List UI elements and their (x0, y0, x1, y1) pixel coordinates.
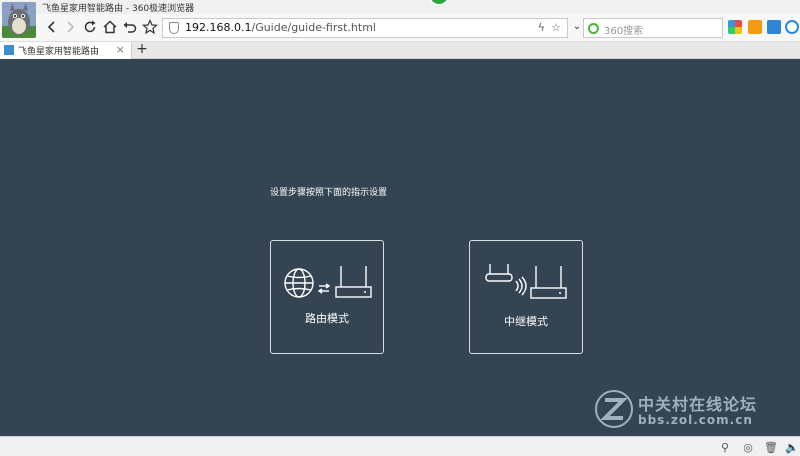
zol-watermark: 中关村在线论坛 bbs.zol.com.cn (594, 389, 794, 433)
url-host: 192.168.0.1 (185, 21, 252, 34)
tab-title: 飞鱼星家用智能路由 (18, 47, 100, 57)
back-arrow-icon[interactable] (44, 19, 60, 35)
volume-icon[interactable]: 🔈 (785, 441, 799, 454)
star-icon[interactable] (141, 19, 159, 35)
search-input[interactable]: 360搜索 (604, 22, 643, 37)
extension-icon[interactable] (748, 20, 762, 34)
tab-favicon-icon (4, 45, 14, 55)
bookmark-star-icon[interactable]: ☆ (551, 21, 561, 34)
window-titlebar: 飞鱼星家用智能路由 - 360极速浏览器 (0, 0, 800, 38)
security-shield-icon[interactable] (169, 22, 179, 34)
trash-icon[interactable]: 🗑 (764, 441, 778, 454)
url-path: /Guide/guide-first.html (251, 21, 376, 34)
search-engine-icon (588, 23, 599, 34)
router-mode-label: 路由模式 (305, 312, 349, 325)
status-bar: ⚲ ◎ 🗑 🔈 (0, 436, 800, 456)
setup-instruction: 设置步骤按照下面的指示设置 (270, 188, 388, 198)
tab-close-icon[interactable]: × (116, 43, 125, 56)
refresh-icon[interactable] (82, 19, 98, 35)
watermark-subtitle: bbs.zol.com.cn (638, 413, 753, 427)
globe-router-icon (284, 266, 372, 298)
browser-logo-icon (428, 0, 450, 6)
page-content: 设置步骤按照下面的指示设置 路由模式 中继模式 中关村在线论坛 bbs.zol.… (0, 59, 800, 436)
cloud-icon[interactable] (785, 20, 799, 34)
relay-mode-label: 中继模式 (504, 315, 548, 328)
search-box[interactable]: 360搜索 (583, 18, 723, 38)
new-tab-button[interactable]: + (135, 41, 149, 57)
tab-bar: 飞鱼星家用智能路由 × + (0, 41, 800, 59)
download-icon[interactable] (767, 20, 781, 34)
home-icon[interactable] (102, 19, 118, 35)
undo-icon[interactable] (122, 19, 138, 35)
pin-icon[interactable]: ⚲ (718, 441, 732, 454)
watermark-title: 中关村在线论坛 (638, 395, 758, 414)
navigation-bar: 192.168.0.1/Guide/guide-first.html ϟ ☆ ⌄… (0, 14, 800, 42)
tab-guide[interactable]: 飞鱼星家用智能路由 × (0, 42, 132, 59)
window-title: 飞鱼星家用智能路由 - 360极速浏览器 (42, 4, 195, 14)
compass-icon[interactable]: ◎ (741, 441, 755, 454)
forward-arrow-icon[interactable] (62, 19, 78, 35)
address-bar[interactable]: 192.168.0.1/Guide/guide-first.html ϟ ☆ (162, 18, 568, 38)
lightning-icon[interactable]: ϟ (538, 21, 545, 34)
repeater-router-icon (485, 264, 567, 299)
zol-logo-icon (595, 390, 633, 428)
router-mode-card[interactable]: 路由模式 (270, 240, 384, 354)
relay-mode-card[interactable]: 中继模式 (469, 240, 583, 354)
user-avatar[interactable] (2, 2, 36, 38)
apps-grid-icon[interactable] (728, 20, 742, 34)
address-url[interactable]: 192.168.0.1/Guide/guide-first.html (185, 21, 376, 34)
